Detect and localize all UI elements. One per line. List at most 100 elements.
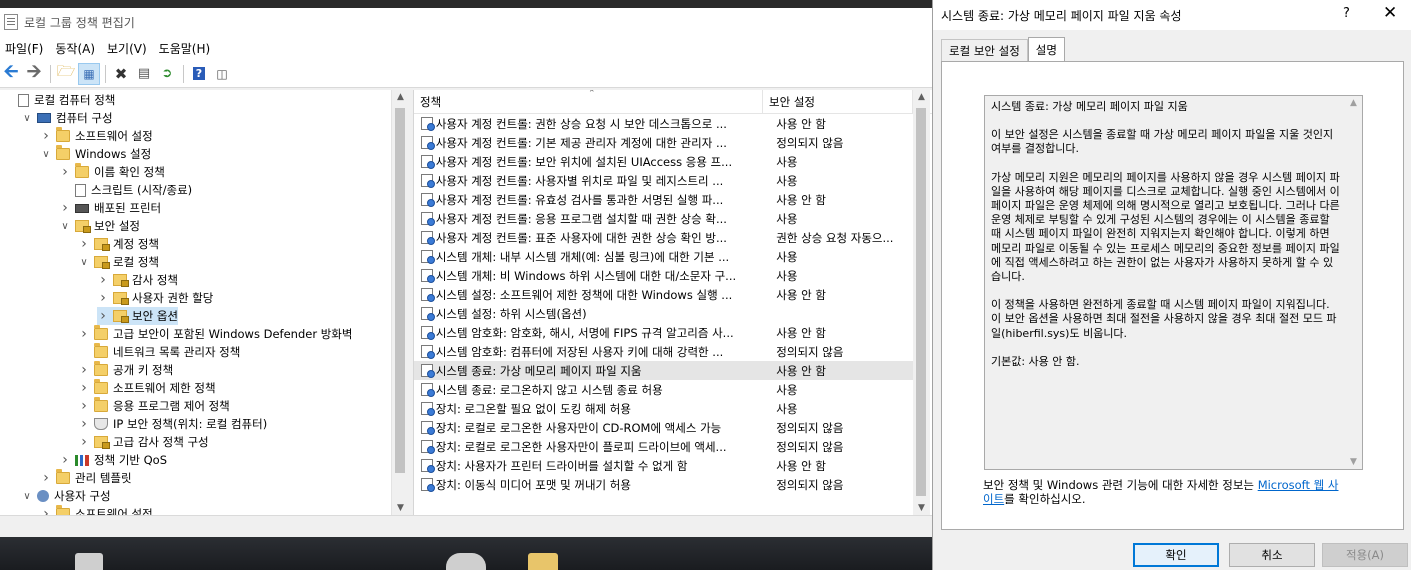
list-vertical-scrollbar[interactable]: ▲ ▼ xyxy=(913,90,930,515)
tree-item[interactable]: › 사용자 권한 할당 xyxy=(97,289,213,307)
tree-item[interactable]: › 공개 키 정책 xyxy=(78,361,173,379)
properties-button[interactable]: ▤ xyxy=(133,63,155,85)
policy-row[interactable]: 시스템 설정: 하위 시스템(옵션) xyxy=(414,304,914,323)
apply-button[interactable]: 적용(A) xyxy=(1322,543,1408,567)
ok-button[interactable]: 확인 xyxy=(1133,543,1219,567)
policy-row[interactable]: 사용자 계정 컨트롤: 권한 상승 요청 시 보안 데스크톱으로 ... 사용 안… xyxy=(414,114,914,133)
policy-row[interactable]: 장치: 로그온할 필요 없이 도킹 해제 허용 사용 xyxy=(414,399,914,418)
scroll-thumb[interactable] xyxy=(916,108,926,496)
console-tree[interactable]: 로컬 컴퓨터 정책 ∨ 컴퓨터 구성 › 소프트웨어 설정 ∨ Windows 설정 › 이름 … xyxy=(0,90,408,515)
up-one-level-button[interactable]: 🗁 xyxy=(55,62,77,85)
dialog-help-button[interactable]: ? xyxy=(1343,6,1350,21)
menu-help[interactable]: 도움말(H) xyxy=(156,40,214,57)
policy-row[interactable]: 사용자 계정 컨트롤: 보안 위치에 설치된 UIAccess 응용 프... 사… xyxy=(414,152,914,171)
policy-row[interactable]: 사용자 계정 컨트롤: 유효성 검사를 통과한 서명된 실행 파... 사용 안 … xyxy=(414,190,914,209)
export-list-button[interactable]: ➲ xyxy=(156,63,178,85)
help-button[interactable]: ? xyxy=(188,63,210,85)
menu-view[interactable]: 보기(V) xyxy=(104,40,150,57)
expanded-chevron-icon[interactable]: ∨ xyxy=(78,257,90,268)
scroll-down-icon[interactable]: ▼ xyxy=(1345,457,1362,467)
policy-row[interactable]: 시스템 종료: 로그온하지 않고 시스템 종료 허용 사용 xyxy=(414,380,914,399)
policy-row[interactable]: 장치: 사용자가 프린터 드라이버를 설치할 수 없게 함 사용 안 함 xyxy=(414,456,914,475)
collapsed-chevron-icon[interactable]: › xyxy=(40,506,52,515)
tab-explain[interactable]: 설명 xyxy=(1027,37,1065,61)
policy-row[interactable]: 장치: 로컬로 로그온한 사용자만이 플로피 드라이브에 액세... 정의되지 않… xyxy=(414,437,914,456)
tree-item[interactable]: › IP 보안 정책(위치: 로컬 컴퓨터) xyxy=(78,415,267,433)
expanded-chevron-icon[interactable]: ∨ xyxy=(21,491,33,502)
menu-action[interactable]: 동작(A) xyxy=(52,40,98,57)
dialog-close-icon[interactable]: ✕ xyxy=(1383,3,1397,23)
tree-item[interactable]: › 고급 보안이 포함된 Windows Defender 방화벽 xyxy=(78,325,352,343)
tree-item[interactable]: 스크립트 (시작/종료) xyxy=(59,181,192,199)
tree-item[interactable]: › 보안 옵션 xyxy=(97,307,178,325)
delete-button[interactable]: ✖ xyxy=(110,63,132,85)
policy-row[interactable]: 사용자 계정 컨트롤: 사용자별 위치로 파일 및 레지스트리 ... 사용 xyxy=(414,171,914,190)
collapsed-chevron-icon[interactable]: › xyxy=(97,308,109,324)
tree-item[interactable]: ∨ 사용자 구성 xyxy=(21,487,110,505)
tree-item[interactable]: ∨ 컴퓨터 구성 xyxy=(21,109,112,127)
collapsed-chevron-icon[interactable]: › xyxy=(59,200,71,216)
column-header-policy[interactable]: ⌃ 정책 xyxy=(414,90,763,114)
collapsed-chevron-icon[interactable]: › xyxy=(40,128,52,144)
collapsed-chevron-icon[interactable]: › xyxy=(59,452,71,468)
collapsed-chevron-icon[interactable]: › xyxy=(78,362,90,378)
tree-item[interactable]: › 응용 프로그램 제어 정책 xyxy=(78,397,230,415)
policy-row[interactable]: 사용자 계정 컨트롤: 응용 프로그램 설치할 때 권한 상승 확... 사용 xyxy=(414,209,914,228)
expanded-chevron-icon[interactable]: ∨ xyxy=(40,149,52,160)
tree-item[interactable]: › 소프트웨어 설정 xyxy=(40,505,153,515)
forward-button[interactable]: 🡪 xyxy=(23,61,45,85)
tree-item[interactable]: ∨ 로컬 정책 xyxy=(78,253,159,271)
expanded-chevron-icon[interactable]: ∨ xyxy=(21,113,33,124)
tree-item[interactable]: 로컬 컴퓨터 정책 xyxy=(2,91,115,109)
scroll-thumb[interactable] xyxy=(395,108,405,473)
collapsed-chevron-icon[interactable]: › xyxy=(78,434,90,450)
cancel-button[interactable]: 취소 xyxy=(1229,543,1315,567)
policy-row[interactable]: 장치: 로컬로 로그온한 사용자만이 CD-ROM에 액세스 가능 정의되지 않음 xyxy=(414,418,914,437)
tree-item[interactable]: › 고급 감사 정책 구성 xyxy=(78,433,208,451)
tree-item[interactable]: ∨ Windows 설정 xyxy=(40,145,151,163)
policy-row[interactable]: 시스템 개체: 비 Windows 하위 시스템에 대한 대/소문자 구... 사… xyxy=(414,266,914,285)
collapsed-chevron-icon[interactable]: › xyxy=(97,290,109,306)
scroll-up-icon[interactable]: ▲ xyxy=(913,92,930,102)
collapsed-chevron-icon[interactable]: › xyxy=(40,470,52,486)
collapsed-chevron-icon[interactable]: › xyxy=(78,236,90,252)
policy-row[interactable]: 시스템 암호화: 암호화, 해시, 서명에 FIPS 규격 알고리즘 사... 사… xyxy=(414,323,914,342)
scroll-up-icon[interactable]: ▲ xyxy=(392,92,409,102)
scroll-up-icon[interactable]: ▲ xyxy=(1345,98,1362,108)
tree-vertical-scrollbar[interactable]: ▲ ▼ xyxy=(391,90,408,515)
tree-item[interactable]: › 소프트웨어 제한 정책 xyxy=(78,379,216,397)
scroll-down-icon[interactable]: ▼ xyxy=(392,503,409,513)
collapsed-chevron-icon[interactable]: › xyxy=(97,272,109,288)
policy-row[interactable]: 장치: 이동식 미디어 포맷 및 꺼내기 허용 정의되지 않음 xyxy=(414,475,914,494)
scroll-down-icon[interactable]: ▼ xyxy=(913,503,930,513)
tree-item[interactable]: › 소프트웨어 설정 xyxy=(40,127,153,145)
collapsed-chevron-icon[interactable]: › xyxy=(59,164,71,180)
show-hide-tree-button[interactable]: ▦ xyxy=(78,62,100,85)
column-header-setting[interactable]: 보안 설정 xyxy=(763,90,913,114)
policy-row[interactable]: 시스템 개체: 내부 시스템 개체(예: 심볼 링크)에 대한 기본 ... 사용 xyxy=(414,247,914,266)
policy-row[interactable]: 시스템 암호화: 컴퓨터에 저장된 사용자 키에 대해 강력한 ... 정의되지 … xyxy=(414,342,914,361)
policy-row[interactable]: 시스템 종료: 가상 메모리 페이지 파일 지움 사용 안 함 xyxy=(414,361,914,380)
tab-local-security-setting[interactable]: 로컬 보안 설정 xyxy=(941,39,1028,61)
collapsed-chevron-icon[interactable]: › xyxy=(78,326,90,342)
expanded-chevron-icon[interactable]: ∨ xyxy=(59,221,71,232)
tree-item[interactable]: › 이름 확인 정책 xyxy=(59,163,165,181)
collapsed-chevron-icon[interactable]: › xyxy=(78,380,90,396)
collapsed-chevron-icon[interactable]: › xyxy=(78,416,90,432)
tree-item[interactable]: ∨ 보안 설정 xyxy=(59,217,140,235)
policy-row[interactable]: 사용자 계정 컨트롤: 표준 사용자에 대한 권한 상승 확인 방... 권한 상… xyxy=(414,228,914,247)
policy-row[interactable]: 사용자 계정 컨트롤: 기본 제공 관리자 계정에 대한 관리자 ... 정의되지… xyxy=(414,133,914,152)
policy-row[interactable]: 시스템 설정: 소프트웨어 제한 정책에 대한 Windows 실행 ... 사용… xyxy=(414,285,914,304)
show-action-pane-button[interactable]: ◫ xyxy=(211,63,233,85)
back-button[interactable]: 🡨 xyxy=(0,61,22,85)
tree-item[interactable]: › 정책 기반 QoS xyxy=(59,451,167,469)
menu-file[interactable]: 파일(F) xyxy=(2,40,46,57)
tree-item[interactable]: 네트워크 목록 관리자 정책 xyxy=(78,343,240,361)
tree-item[interactable]: › 계정 정책 xyxy=(78,235,159,253)
tree-item[interactable]: › 감사 정책 xyxy=(97,271,178,289)
tree-item[interactable]: › 배포된 프린터 xyxy=(59,199,161,217)
explain-scrollbar[interactable]: ▲ ▼ xyxy=(1345,96,1362,469)
explain-textbox[interactable]: 시스템 종료: 가상 메모리 페이지 파일 지움 이 보안 설정은 시스템을 종… xyxy=(984,95,1363,470)
tree-item[interactable]: › 관리 템플릿 xyxy=(40,469,132,487)
collapsed-chevron-icon[interactable]: › xyxy=(78,398,90,414)
